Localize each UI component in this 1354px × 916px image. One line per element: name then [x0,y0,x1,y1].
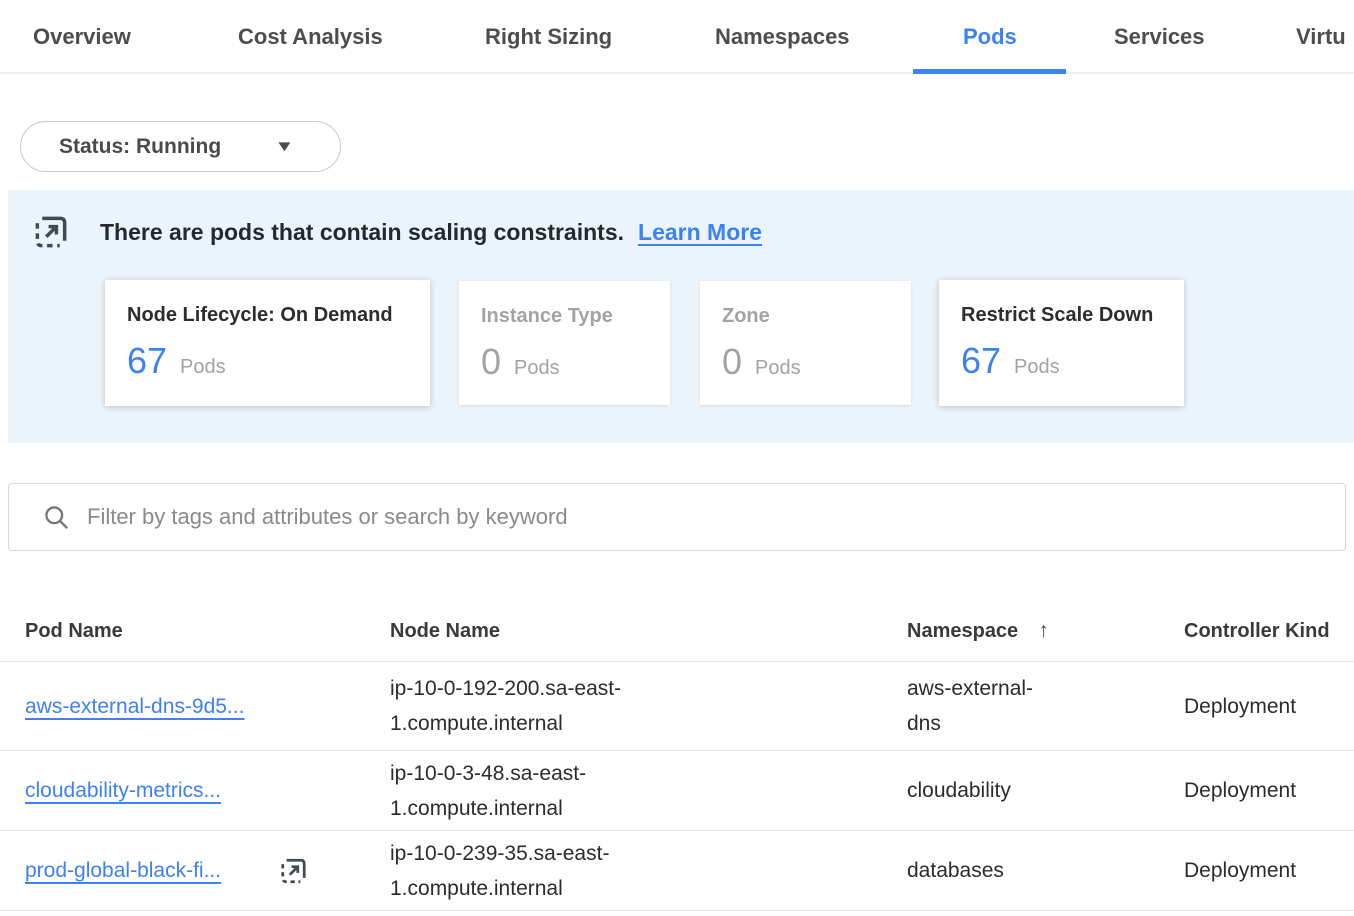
table-row: aws-external-dns-9d5... ip-10-0-192-200.… [0,662,1354,751]
learn-more-link[interactable]: Learn More [638,219,762,246]
status-filter-dropdown[interactable]: Status: Running ▼ [20,121,341,172]
scale-constraint-icon [30,211,72,253]
card-value: 0 [722,341,742,383]
tab-overview[interactable]: Overview [33,0,131,74]
card-title: Instance Type [481,305,648,328]
namespace-cell: databases [907,853,1053,888]
node-name-cell: ip-10-0-192-200.sa-east-1.compute.intern… [390,671,662,741]
sort-ascending-icon: ↑ [1038,619,1049,642]
search-icon [42,503,70,531]
banner-message: There are pods that contain scaling cons… [100,219,624,246]
search-input[interactable] [87,487,1345,547]
tab-virtual[interactable]: Virtu [1296,0,1346,74]
node-name-cell: ip-10-0-3-48.sa-east-1.compute.internal [390,756,662,826]
table-row: cloudability-metrics... ip-10-0-3-48.sa-… [0,751,1354,831]
card-instance-type[interactable]: Instance Type 0 Pods [459,281,670,405]
chevron-down-icon: ▼ [275,138,295,155]
active-tab-underline [913,69,1066,74]
column-header-node-name[interactable]: Node Name [390,600,500,662]
controller-kind-cell: Deployment [1184,773,1296,808]
card-unit: Pods [1014,356,1060,379]
column-header-namespace[interactable]: Namespace ↑ [907,600,1049,662]
tab-cost-analysis[interactable]: Cost Analysis [238,0,383,74]
pods-table-header: Pod Name Node Name Namespace ↑ Controller… [0,600,1354,662]
card-unit: Pods [180,356,226,379]
node-name-cell: ip-10-0-239-35.sa-east-1.compute.interna… [390,836,662,906]
card-value: 67 [961,340,1001,382]
card-zone[interactable]: Zone 0 Pods [700,281,911,405]
namespace-cell: cloudability [907,773,1053,808]
pod-name-link[interactable]: prod-global-black-fi... [25,853,221,888]
pods-page: Overview Cost Analysis Right Sizing Name… [0,0,1354,916]
card-title: Zone [722,305,889,328]
card-title: Node Lifecycle: On Demand [127,304,408,327]
tab-namespaces[interactable]: Namespaces [715,0,850,74]
card-unit: Pods [514,357,560,380]
top-tab-bar: Overview Cost Analysis Right Sizing Name… [0,0,1354,74]
status-filter-label: Status: Running [59,135,221,159]
scale-constraint-icon [277,853,310,889]
tab-right-sizing[interactable]: Right Sizing [485,0,612,74]
column-header-namespace-label: Namespace [907,620,1018,642]
pod-name-link[interactable]: aws-external-dns-9d5... [25,689,244,724]
tab-services[interactable]: Services [1114,0,1205,74]
scaling-constraints-banner: There are pods that contain scaling cons… [8,190,1354,443]
card-restrict-scale-down[interactable]: Restrict Scale Down 67 Pods [939,280,1184,406]
column-header-controller-kind[interactable]: Controller Kind [1184,600,1330,662]
card-value: 0 [481,341,501,383]
column-header-pod-name[interactable]: Pod Name [25,600,123,662]
card-node-lifecycle[interactable]: Node Lifecycle: On Demand 67 Pods [105,280,430,406]
controller-kind-cell: Deployment [1184,689,1296,724]
card-title: Restrict Scale Down [961,304,1162,327]
table-row: prod-global-black-fi... ip-10-0-239-35.s… [0,831,1354,911]
namespace-cell: aws-external-dns [907,671,1053,741]
filter-search-box [8,483,1346,551]
pod-name-link[interactable]: cloudability-metrics... [25,773,221,808]
banner-message-row: There are pods that contain scaling cons… [30,211,762,253]
controller-kind-cell: Deployment [1184,853,1296,888]
tab-pods[interactable]: Pods [963,0,1017,74]
card-value: 67 [127,340,167,382]
card-unit: Pods [755,357,801,380]
